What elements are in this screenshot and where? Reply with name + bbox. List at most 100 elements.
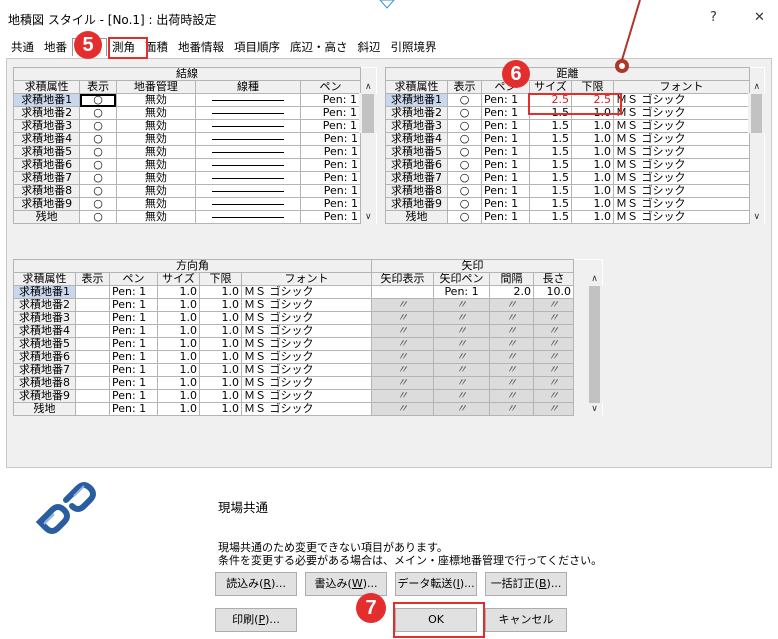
arrow-gap-cell[interactable]: 〃 [489,402,535,416]
houkou-min-cell[interactable]: 1.0 [199,311,242,325]
houkou-min-cell[interactable]: 1.0 [199,389,242,403]
kyori-pen-cell[interactable]: Pen: 1 [481,132,530,146]
kessen-row[interactable]: 求積地番1 ○ 無効 Pen: 1 [12,93,378,107]
kessen-mgmt-cell[interactable]: 無効 [115,171,197,185]
scroll-up-icon[interactable]: ∧ [587,272,602,286]
arrow-length-cell[interactable]: 〃 [533,376,575,390]
kyori-pen-cell[interactable]: Pen: 1 [481,197,530,211]
scroll-up-icon[interactable]: ∧ [360,80,376,94]
print-button[interactable]: 印刷(P)... [215,608,297,632]
kessen-linetype-cell[interactable] [195,132,301,146]
arrow-pen-cell[interactable]: 〃 [433,363,491,377]
kyori-display-cell[interactable]: ○ [447,93,482,107]
arrow-display-cell[interactable]: 〃 [371,298,435,312]
arrow-display-cell[interactable]: 〃 [371,350,435,364]
kessen-pen-cell[interactable]: Pen: 1 [299,93,361,107]
houkou-display-cell[interactable] [75,376,110,390]
kessen-row[interactable]: 残地 ○ 無効 Pen: 1 ∨ [12,210,376,224]
cancel-button[interactable]: キャンセル [485,608,567,632]
kyori-pen-cell[interactable]: Pen: 1 [481,93,530,107]
scrollbar[interactable] [586,350,604,364]
scrollbar[interactable] [749,158,764,172]
tab-7[interactable]: 底辺・高さ [285,38,353,56]
scrollbar[interactable] [749,132,764,146]
kessen-mgmt-cell[interactable]: 無効 [115,119,197,133]
houkou-size-cell[interactable]: 1.0 [157,350,200,364]
kessen-display-cell[interactable]: ○ [79,132,117,146]
arrow-display-cell[interactable] [371,285,435,299]
houkou-size-cell[interactable]: 1.0 [157,402,200,416]
scrollbar[interactable] [360,158,376,172]
tab-0[interactable]: 共通 [6,38,39,56]
scroll-down-icon[interactable]: ∨ [587,402,602,416]
arrow-display-cell[interactable]: 〃 [371,311,435,325]
houkou-font-cell[interactable]: ＭＳ ゴシック [240,324,373,338]
scrollbar[interactable] [749,197,764,211]
kessen-row[interactable]: 求積地番4 ○ 無効 Pen: 1 [12,132,376,146]
kessen-display-cell[interactable]: ○ [79,171,117,185]
kyori-min-cell[interactable]: 1.0 [571,184,614,198]
kessen-linetype-cell[interactable] [195,158,301,172]
houkou-pen-cell[interactable]: Pen: 1 [109,389,158,403]
arrow-length-cell[interactable]: 〃 [533,363,575,377]
scrollbar[interactable] [586,324,604,338]
kyori-row[interactable]: 残地 ○ Pen: 1 1.5 1.0 ＭＳ ゴシック ∨ [385,210,764,224]
arrow-gap-cell[interactable]: 〃 [489,389,535,403]
arrow-pen-cell[interactable]: 〃 [433,311,491,325]
kyori-row[interactable]: 求積地番5 ○ Pen: 1 1.5 1.0 ＭＳ ゴシック [385,145,764,159]
houkou-display-cell[interactable] [75,402,110,416]
arrow-pen-cell[interactable]: 〃 [433,350,491,364]
kessen-pen-cell[interactable]: Pen: 1 [299,106,361,120]
kyori-row[interactable]: 求積地番4 ○ Pen: 1 1.5 1.0 ＭＳ ゴシック [385,132,764,146]
houkou-min-cell[interactable]: 1.0 [199,298,242,312]
kessen-row[interactable]: 求積地番2 ○ 無効 Pen: 1 [12,106,378,120]
scroll-down-icon[interactable]: ∨ [749,210,764,224]
scrollbar[interactable] [749,171,764,185]
arrow-gap-cell[interactable]: 2.0 [489,285,535,299]
arrow-gap-cell[interactable]: 〃 [489,337,535,351]
arrow-length-cell[interactable]: 〃 [533,402,575,416]
kyori-size-cell[interactable]: 1.5 [529,132,572,146]
kessen-linetype-cell[interactable] [195,93,301,107]
kessen-display-cell[interactable]: ○ [79,158,117,172]
houkou-row[interactable]: 求積地番1 Pen: 1 1.0 1.0 ＭＳ ゴシック Pen: 1 2.0 10.0 [13,285,604,299]
houkou-size-cell[interactable]: 1.0 [157,285,200,299]
arrow-length-cell[interactable]: 〃 [533,324,575,338]
scrollbar[interactable] [358,93,378,107]
houkou-font-cell[interactable]: ＭＳ ゴシック [240,376,373,390]
arrow-length-cell[interactable]: 〃 [533,298,575,312]
scrollbar[interactable] [586,376,604,390]
kessen-pen-cell[interactable]: Pen: 1 [299,119,361,133]
kessen-pen-cell[interactable]: Pen: 1 [299,171,361,185]
arrow-display-cell[interactable]: 〃 [371,337,435,351]
kessen-mgmt-cell[interactable]: 無効 [115,132,197,146]
arrow-gap-cell[interactable]: 〃 [489,376,535,390]
scrollbar[interactable] [360,197,376,211]
houkou-size-cell[interactable]: 1.0 [157,324,200,338]
kyori-row[interactable]: 求積地番9 ○ Pen: 1 1.5 1.0 ＭＳ ゴシック [385,197,764,211]
kessen-display-cell[interactable]: ○ [79,184,117,198]
kessen-pen-cell[interactable]: Pen: 1 [299,132,361,146]
kessen-row[interactable]: 求積地番7 ○ 無効 Pen: 1 [12,171,376,185]
kyori-size-cell[interactable]: 1.5 [529,184,572,198]
arrow-pen-cell[interactable]: Pen: 1 [433,285,491,299]
houkou-min-cell[interactable]: 1.0 [199,376,242,390]
arrow-display-cell[interactable]: 〃 [371,376,435,390]
arrow-length-cell[interactable]: 10.0 [533,285,575,299]
scrollbar[interactable] [586,363,604,377]
scrollbar[interactable] [358,106,378,120]
houkou-min-cell[interactable]: 1.0 [199,363,242,377]
houkou-display-cell[interactable] [75,337,110,351]
scrollbar[interactable] [586,337,604,351]
arrow-display-cell[interactable]: 〃 [371,363,435,377]
houkou-display-cell[interactable] [75,363,110,377]
houkou-font-cell[interactable]: ＭＳ ゴシック [240,350,373,364]
kyori-size-cell[interactable]: 1.5 [529,158,572,172]
write-button[interactable]: 書込み(W)... [305,572,387,596]
houkou-font-cell[interactable]: ＭＳ ゴシック [240,337,373,351]
kyori-pen-cell[interactable]: Pen: 1 [481,158,530,172]
houkou-pen-cell[interactable]: Pen: 1 [109,350,158,364]
kyori-min-cell[interactable]: 1.0 [571,132,614,146]
arrow-gap-cell[interactable]: 〃 [489,311,535,325]
houkou-pen-cell[interactable]: Pen: 1 [109,285,158,299]
